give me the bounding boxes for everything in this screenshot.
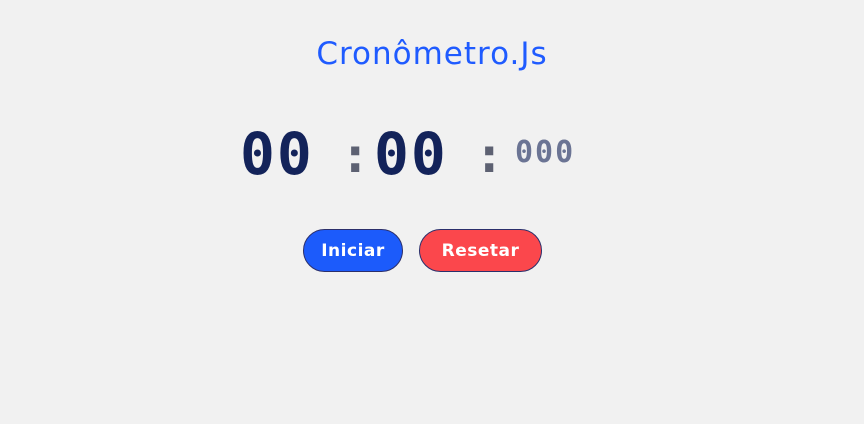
start-button[interactable]: Iniciar xyxy=(303,229,403,272)
minutes-display: 00 xyxy=(240,120,314,188)
page-title: Cronômetro.Js xyxy=(316,36,548,72)
seconds-display: 00 xyxy=(374,120,448,188)
milliseconds-display: 000 xyxy=(515,135,576,170)
reset-button[interactable]: Resetar xyxy=(419,229,542,272)
time-separator: : xyxy=(480,129,499,183)
time-separator: : xyxy=(346,129,365,183)
stopwatch-display: 00 : 00 : 000 xyxy=(0,122,864,186)
